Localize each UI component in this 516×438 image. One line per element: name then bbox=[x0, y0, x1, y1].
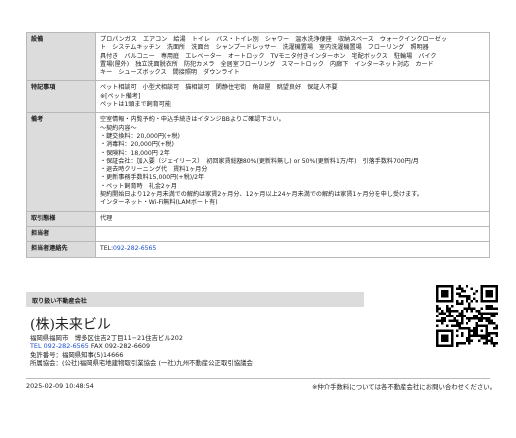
spec-label: 特記事項 bbox=[26, 80, 96, 114]
company-section-title: 取り扱い不動産会社 bbox=[26, 292, 364, 307]
company-fax: FAX 092-282-6609 bbox=[90, 342, 151, 351]
spec-row-remarks: 備考 空室情報・内覧予約・申込手続きはイタンジBBよりご確認下さい。 ～契約内容～・… bbox=[26, 112, 490, 212]
spec-row-special-notes: 特記事項 ペット相談可 小型犬相談可 猫相談可 閑静住宅街 角部屋 眺望良好 保証… bbox=[26, 80, 490, 114]
spec-value: 空室情報・内覧予約・申込手続きはイタンジBBよりご確認下さい。 ～契約内容～ ・鍵交… bbox=[95, 112, 490, 212]
spec-label: 取引態様 bbox=[26, 210, 96, 227]
spec-label: 備考 bbox=[26, 112, 96, 212]
spec-value-line: ・更新事務手数料15,000円(+税)/2年 bbox=[100, 174, 205, 182]
spec-value-line: ペットは1頭まで飼育可能 bbox=[100, 101, 171, 109]
spec-value-line: インターネット・Wi-Fi無料(LAMボート有) bbox=[100, 199, 218, 207]
spec-value-line: ト システムキッチン 洗面所 洗面台 シャンプードレッサー 洗濯機置場 室内洗濯… bbox=[100, 44, 429, 52]
staff-tel-link[interactable]: 092-282-6565 bbox=[113, 245, 156, 252]
spec-label: 担当者 bbox=[26, 225, 96, 243]
print-timestamp: 2025-02-09 10:48:54 bbox=[26, 382, 94, 390]
spec-value: 代理 bbox=[95, 210, 490, 227]
company-contact: TEL 092-282-6565 FAX 092-282-6609 bbox=[30, 342, 253, 350]
spec-value: プロパンガス エアコン 給湯 トイレ バス・トイレ別 シャワー 温水洗浄便座 収… bbox=[95, 31, 490, 82]
spec-value-line: 代理 bbox=[100, 214, 113, 222]
company-info: 福岡県福岡市 博多区住吉2丁目11−21住吉ビル202 TEL 092-282-… bbox=[30, 334, 253, 368]
spec-table: 設備 プロパンガス エアコン 給湯 トイレ バス・トイレ別 シャワー 温水洗浄便座… bbox=[26, 31, 490, 258]
property-detail-sheet: 設備 プロパンガス エアコン 給湯 トイレ バス・トイレ別 シャワー 温水洗浄便座… bbox=[26, 31, 490, 258]
footer-divider bbox=[26, 378, 490, 379]
spec-value bbox=[95, 225, 490, 243]
commission-note: ※仲介手数料については各不動産会社にお問い合わせください。 bbox=[312, 383, 496, 391]
spec-value-line: ペット相談可 小型犬相談可 猫相談可 閑静住宅街 角部屋 眺望良好 保証人不要 bbox=[100, 84, 338, 92]
spec-value-line: ・消毒料：20,000円(+税) bbox=[100, 141, 174, 149]
spec-row-staff-contact: 担当者連絡先 TEL:092-282-6565 bbox=[26, 241, 490, 258]
spec-value-line: キー シューズボックス 間接照明 ダウンライト bbox=[100, 69, 240, 77]
spec-value-line: 具付き バルコニー 専用庭 エレベーター オートロック TVモニタ付きインターホ… bbox=[100, 52, 437, 60]
company-address: 福岡県福岡市 博多区住吉2丁目11−21住吉ビル202 bbox=[30, 334, 183, 342]
spec-row-transaction-type: 取引態様 代理 bbox=[26, 210, 490, 227]
spec-value-line: ・ペット飼育時 礼金2ヶ月 bbox=[100, 182, 178, 190]
company-tel-link[interactable]: 092-282-6565 bbox=[44, 342, 89, 350]
spec-value-line: ～契約内容～ bbox=[100, 124, 137, 132]
spec-value-line bbox=[100, 230, 485, 238]
spec-row-equipment: 設備 プロパンガス エアコン 給湯 トイレ バス・トイレ別 シャワー 温水洗浄便座… bbox=[26, 31, 490, 82]
spec-label: 担当者連絡先 bbox=[26, 241, 96, 258]
spec-value: TEL:092-282-6565 bbox=[95, 241, 490, 258]
spec-value-line: 置場(屋外) 独立洗面脱衣所 防犯カメラ 全居室フローリング スマートロック 内… bbox=[100, 60, 434, 68]
spec-value-line: ・保険料：18,000円 2年 bbox=[100, 149, 170, 157]
staff-tel: TEL:092-282-6565 bbox=[100, 245, 485, 253]
spec-row-staff: 担当者 bbox=[26, 225, 490, 243]
qr-code-icon bbox=[436, 285, 498, 347]
company-section: 取り扱い不動産会社 (株)未来ビル 福岡県福岡市 博多区住吉2丁目11−21住吉… bbox=[26, 292, 490, 376]
spec-value-line: ※[ペット備考] bbox=[100, 92, 141, 100]
company-tel-label: TEL bbox=[30, 342, 42, 351]
spec-value: ペット相談可 小型犬相談可 猫相談可 閑静住宅街 角部屋 眺望良好 保証人不要 ※… bbox=[95, 80, 490, 114]
company-name: (株)未来ビル bbox=[30, 317, 111, 333]
company-association: 所属協会：(公社)福岡県宅地建物取引業協会 (一社)九州不動産公正取引協議会 bbox=[30, 359, 253, 368]
spec-value-line: ・保証会社：加入要（ジェイリース） 初回家賃総額80%(更新料無し) or 50… bbox=[100, 157, 419, 165]
staff-tel-prefix: TEL: bbox=[100, 245, 114, 253]
company-license: 免許番号：福岡県知事(5)14666 bbox=[30, 350, 124, 359]
spec-value-line: 空室情報・内覧予約・申込手続きはイタンジBBよりご確認下さい。 bbox=[100, 116, 285, 124]
spec-label: 設備 bbox=[26, 31, 96, 82]
